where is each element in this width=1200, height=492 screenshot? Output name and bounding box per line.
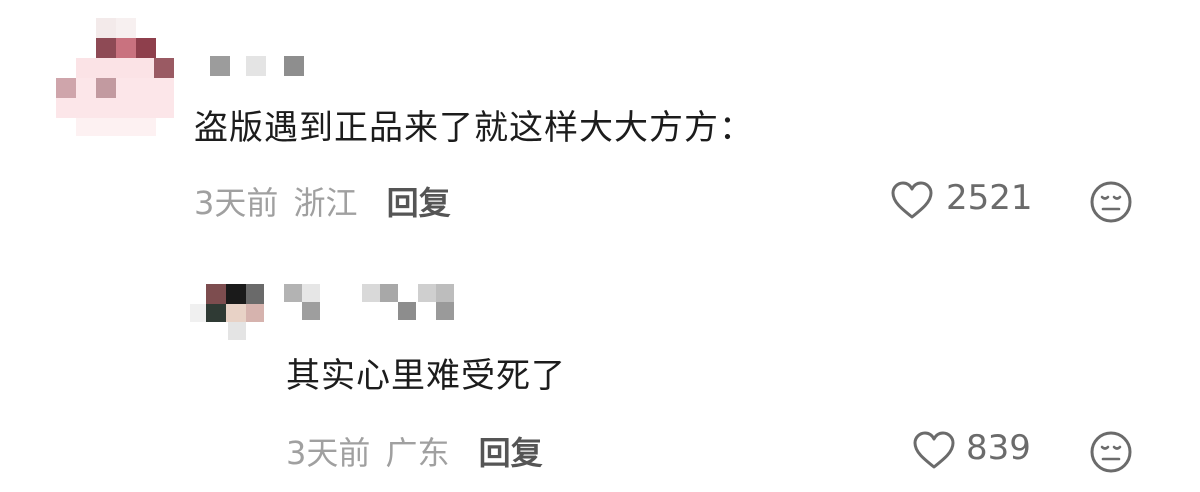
comment-text: 其实心里难受死了 xyxy=(286,356,566,396)
neutral-face-icon xyxy=(1089,180,1133,224)
comment-text: 盗版遇到正品来了就这样大大方方： xyxy=(194,108,754,148)
comment-meta: 3天前 浙江 回复 xyxy=(194,178,451,224)
heart-outline-icon xyxy=(912,430,956,470)
comment-location: 浙江 xyxy=(293,184,358,222)
dislike-button[interactable] xyxy=(1089,180,1133,224)
dislike-button[interactable] xyxy=(1089,430,1133,474)
heart-outline-icon xyxy=(890,180,934,220)
neutral-face-icon xyxy=(1089,430,1133,474)
comment-meta: 3天前 广东 回复 xyxy=(286,428,543,474)
reply-button[interactable]: 回复 xyxy=(479,434,543,472)
comment-location: 广东 xyxy=(385,434,450,472)
like-count: 2521 xyxy=(946,178,1033,218)
comment-time: 3天前 xyxy=(194,184,279,222)
reply-button[interactable]: 回复 xyxy=(387,184,451,222)
username[interactable] xyxy=(284,284,464,324)
avatar[interactable] xyxy=(190,284,270,342)
username[interactable] xyxy=(210,56,310,76)
avatar[interactable] xyxy=(56,18,174,136)
comment-time: 3天前 xyxy=(286,434,371,472)
like-count: 839 xyxy=(966,428,1031,468)
